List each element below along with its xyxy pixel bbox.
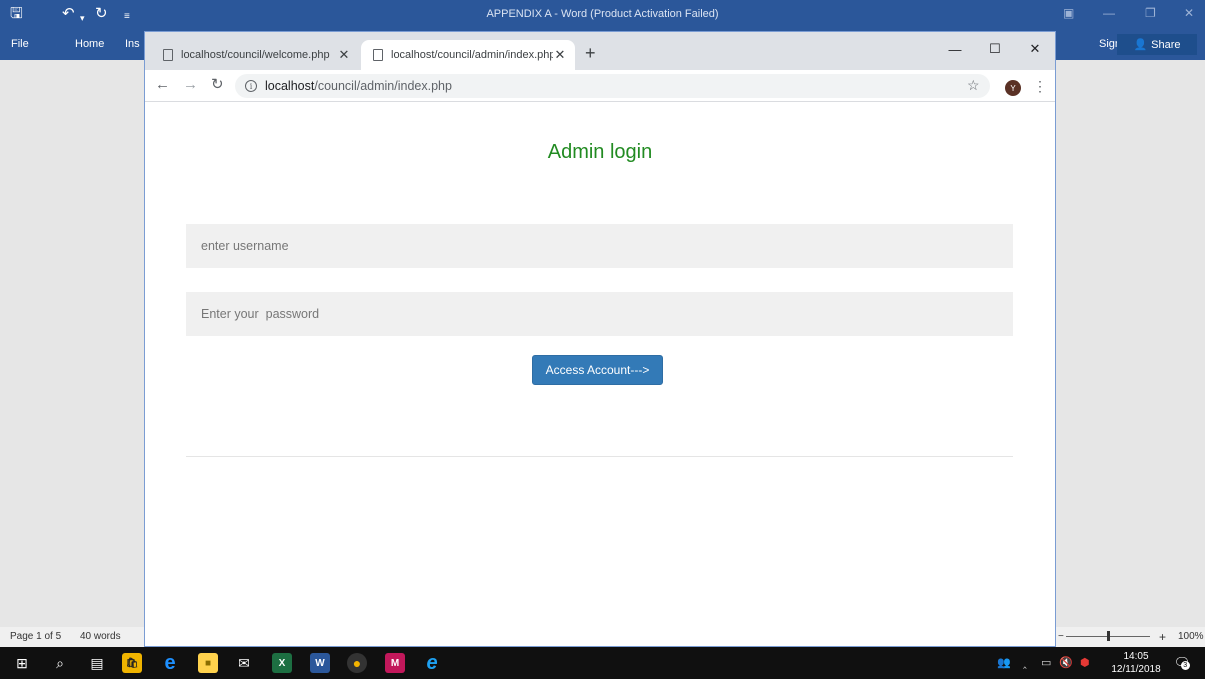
security-shield-icon[interactable]: ⬢ bbox=[1080, 656, 1090, 669]
store-icon[interactable]: 🛍 bbox=[122, 653, 142, 673]
zoom-slider-thumb[interactable] bbox=[1107, 631, 1110, 641]
back-icon[interactable]: ← bbox=[155, 76, 170, 94]
access-account-button[interactable]: Access Account---> bbox=[532, 355, 663, 385]
address-bar[interactable]: i localhost/council/admin/index.php bbox=[235, 74, 990, 98]
clock-date: 12/11/2018 bbox=[1111, 664, 1161, 675]
share-label: Share bbox=[1151, 38, 1181, 51]
app-m-icon[interactable]: M bbox=[385, 653, 405, 673]
windows-taskbar: ⊞ ⌕ ▤ 🛍 e ■ ✉ X W ● M e 👥 ‸ ▭ 🔇 ⬢ 14:05 … bbox=[0, 647, 1205, 679]
zoom-level[interactable]: 100% bbox=[1178, 631, 1204, 642]
close-icon[interactable]: ✕ bbox=[337, 47, 351, 63]
tab-title: localhost/council/welcome.php bbox=[181, 49, 330, 61]
word-count[interactable]: 40 words bbox=[80, 631, 121, 642]
excel-icon[interactable]: X bbox=[272, 653, 292, 673]
browser-close-icon[interactable]: ✕ bbox=[1015, 36, 1055, 62]
ribbon-tab-home[interactable]: Home bbox=[75, 38, 104, 50]
url-host: localhost bbox=[265, 79, 315, 93]
ribbon-tab-insert[interactable]: Ins bbox=[125, 38, 140, 50]
page-title: Admin login bbox=[547, 141, 653, 163]
new-tab-icon[interactable]: + bbox=[585, 44, 596, 62]
word-minimize-icon[interactable]: — bbox=[1103, 6, 1115, 20]
browser-maximize-icon[interactable]: ☐ bbox=[975, 36, 1015, 62]
ribbon-display-icon[interactable]: ▣ bbox=[1063, 6, 1074, 20]
page-content: Admin login Access Account---> bbox=[145, 103, 1055, 646]
browser-tab-strip: localhost/council/welcome.php ✕ localhos… bbox=[145, 32, 1055, 70]
share-button[interactable]: 👤 Share bbox=[1117, 34, 1197, 55]
divider bbox=[186, 456, 1013, 457]
system-clock[interactable]: 14:05 12/11/2018 bbox=[1108, 650, 1164, 676]
browser-tab-welcome[interactable]: localhost/council/welcome.php ✕ bbox=[151, 40, 359, 70]
browser-toolbar: ← → ↻ i localhost/council/admin/index.ph… bbox=[145, 70, 1055, 102]
browser-minimize-icon[interactable]: — bbox=[935, 36, 975, 62]
word-restore-icon[interactable]: ❐ bbox=[1145, 6, 1156, 20]
person-icon: 👤 bbox=[1133, 39, 1148, 51]
chrome-icon[interactable]: ● bbox=[347, 653, 367, 673]
url-path: /council/admin/index.php bbox=[314, 79, 452, 93]
reload-icon[interactable]: ↻ bbox=[211, 76, 224, 94]
tab-title: localhost/council/admin/index.php bbox=[391, 49, 553, 61]
zoom-in-icon[interactable]: + bbox=[1159, 630, 1166, 644]
volume-muted-icon[interactable]: 🔇 bbox=[1059, 656, 1073, 669]
action-center-icon[interactable]: 🗨3 bbox=[1172, 653, 1192, 673]
windows-start-icon[interactable]: ⊞ bbox=[12, 653, 32, 673]
password-input[interactable] bbox=[186, 292, 1013, 336]
profile-avatar[interactable]: Y bbox=[1005, 80, 1021, 96]
people-icon[interactable]: 👥 bbox=[997, 656, 1011, 669]
file-explorer-icon[interactable]: ■ bbox=[198, 653, 218, 673]
network-icon[interactable]: ▭ bbox=[1041, 656, 1051, 669]
word-icon[interactable]: W bbox=[310, 653, 330, 673]
notification-count: 3 bbox=[1180, 661, 1190, 670]
username-input[interactable] bbox=[186, 224, 1013, 268]
search-icon[interactable]: ⌕ bbox=[50, 653, 70, 673]
browser-window: localhost/council/welcome.php ✕ localhos… bbox=[144, 31, 1056, 647]
forward-icon[interactable]: → bbox=[183, 76, 198, 94]
info-icon[interactable]: i bbox=[245, 80, 257, 92]
edge-icon[interactable]: e bbox=[160, 652, 180, 674]
close-icon[interactable]: ✕ bbox=[553, 47, 567, 63]
page-count[interactable]: Page 1 of 5 bbox=[10, 631, 61, 642]
ribbon-tab-file[interactable]: File bbox=[11, 38, 29, 50]
word-title-bar: 🖫 ↶ ▾ ↻ ≡ APPENDIX A - Word (Product Act… bbox=[0, 0, 1205, 30]
browser-tab-admin[interactable]: localhost/council/admin/index.php ✕ bbox=[361, 40, 575, 70]
task-view-icon[interactable]: ▤ bbox=[87, 653, 107, 673]
mail-icon[interactable]: ✉ bbox=[234, 653, 254, 673]
kebab-menu-icon[interactable]: ⋮ bbox=[1033, 79, 1047, 93]
page-icon bbox=[163, 49, 173, 61]
bookmark-star-icon[interactable]: ☆ bbox=[967, 78, 980, 92]
clock-time: 14:05 bbox=[1123, 651, 1149, 662]
page-icon bbox=[373, 49, 383, 61]
zoom-out-icon[interactable]: − bbox=[1058, 631, 1064, 642]
chevron-up-icon[interactable]: ‸ bbox=[1023, 656, 1027, 669]
internet-explorer-icon[interactable]: e bbox=[422, 652, 442, 674]
word-close-icon[interactable]: ✕ bbox=[1184, 6, 1194, 20]
word-window-title: APPENDIX A - Word (Product Activation Fa… bbox=[486, 8, 719, 20]
